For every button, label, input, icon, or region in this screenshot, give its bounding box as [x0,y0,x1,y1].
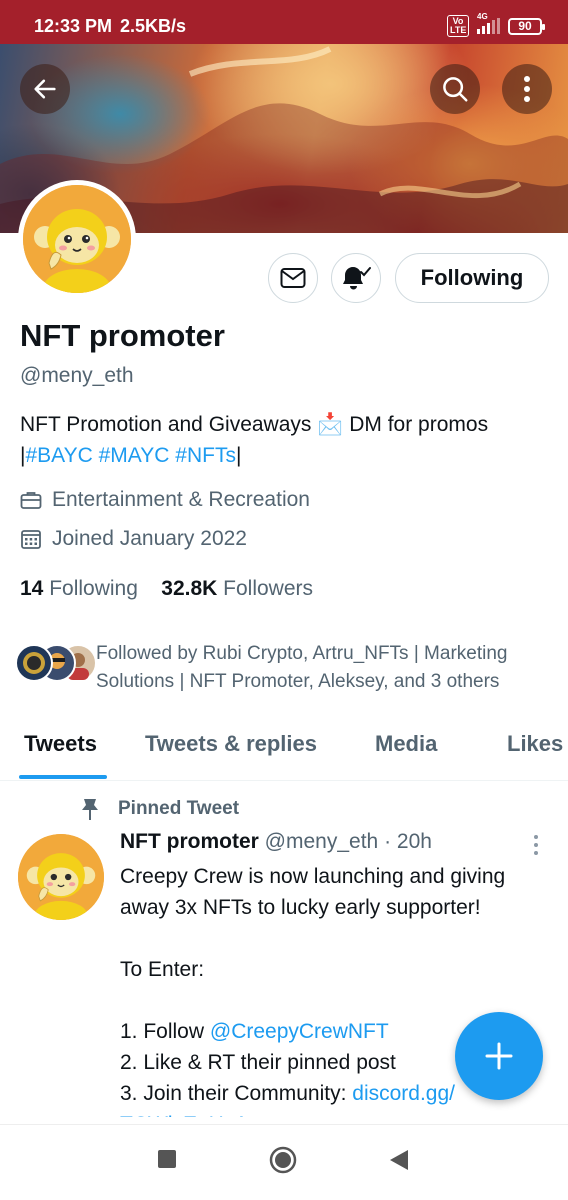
follower-avatar-1 [15,644,53,682]
tweet-separator: · [384,830,392,853]
volte-icon: Vo LTE [447,15,469,37]
profile-category: Entertainment & Recreation [20,488,310,512]
mention-creepycrewnft[interactable]: @CreepyCrewNFT [210,1020,389,1043]
back-button[interactable] [20,64,70,114]
calendar-icon [21,530,41,549]
tweet-time: 20h [396,830,432,853]
profile-handle: @meny_eth [20,364,134,387]
search-icon [443,77,468,102]
pinned-label-text: Pinned Tweet [118,798,240,819]
profile-name: NFT promoter [20,318,225,353]
system-navigation-bar [0,1124,568,1200]
hashtag-mayc[interactable]: #MAYC [99,444,170,467]
joined-label: Joined January 2022 [52,527,247,550]
status-time: 12:33 PM [34,16,113,36]
battery-icon: 90 [508,17,545,35]
tweet-author-name[interactable]: NFT promoter [120,830,259,853]
arrow-left-icon [34,79,56,99]
compose-tweet-button[interactable] [455,1012,543,1100]
profile-avatar[interactable] [18,180,136,298]
home-button[interactable] [269,1146,297,1179]
signal-icon: 4G [477,12,500,34]
category-label: Entertainment & Recreation [52,488,310,511]
status-bar: 12:33 PM 2.5KB/s Vo LTE 4G 90 [0,0,568,44]
triangle-back-icon [390,1150,408,1170]
tweet-header: NFT promoter @meny_eth · 20h [120,830,432,854]
followers-count: 32.8K [161,577,218,600]
tweet-author-avatar[interactable] [18,834,104,920]
followed-by-text[interactable]: Followed by Rubi Crypto, Artru_NFTs | Ma… [96,640,556,696]
followers-label: Followers [223,577,314,600]
pin-icon [82,799,98,820]
profile-tabs: Tweets Tweets & replies Media Likes [0,723,568,781]
more-vertical-icon [534,835,538,855]
briefcase-icon [20,492,42,509]
profile-bio: NFT Promotion and Giveaways 📩 DM for pro… [20,409,560,471]
hashtag-nfts[interactable]: #NFTs [175,444,236,467]
hashtag-bayc[interactable]: #BAYC [25,444,92,467]
active-tab-indicator [19,775,107,779]
tweet-more-button[interactable] [532,834,540,861]
plus-icon [485,1042,513,1070]
monkey-avatar-image [23,185,131,293]
tab-media[interactable]: Media [375,731,437,757]
recents-button[interactable] [157,1149,177,1174]
more-vertical-icon [524,76,530,102]
square-icon [158,1150,176,1168]
tab-tweets[interactable]: Tweets [24,731,97,757]
followers-count-link[interactable]: 32.8K Followers [161,577,313,600]
message-button[interactable] [268,253,318,303]
pinned-tweet-label: Pinned Tweet [80,797,239,821]
tweet-line-2: To Enter: [120,958,205,981]
notifications-button[interactable] [331,253,381,303]
tweet-line-1: Creepy Crew is now launching and giving … [120,865,506,919]
bio-text: NFT Promotion and Giveaways 📩 DM for pro… [20,413,489,436]
following-count-link[interactable]: 14 Following [20,577,138,600]
tab-tweets-replies[interactable]: Tweets & replies [145,731,317,757]
bio-pipe-close: | [235,444,242,467]
following-button[interactable]: Following [395,253,549,303]
bell-check-icon [343,267,371,290]
followed-by-avatars[interactable] [15,644,97,686]
status-network-speed: 2.5KB/s [120,16,187,36]
discord-link-continued[interactable]: TCWizEuHzA [120,1109,560,1117]
more-options-button[interactable] [502,64,552,114]
back-nav-button[interactable] [389,1149,409,1176]
circle-home-icon [269,1146,297,1174]
profile-joined: Joined January 2022 [20,527,247,551]
search-button[interactable] [430,64,480,114]
tweet-author-handle[interactable]: @meny_eth [265,830,379,853]
following-count: 14 [20,577,44,600]
status-icons: Vo LTE 4G 90 [447,12,545,37]
following-label: Following [49,577,138,600]
envelope-icon [280,268,306,288]
discord-link[interactable]: discord.gg/ [352,1082,455,1105]
follow-counts: 14 Following 32.8K Followers [20,577,313,601]
tab-likes[interactable]: Likes [507,731,563,757]
network-type: 4G [477,12,488,21]
